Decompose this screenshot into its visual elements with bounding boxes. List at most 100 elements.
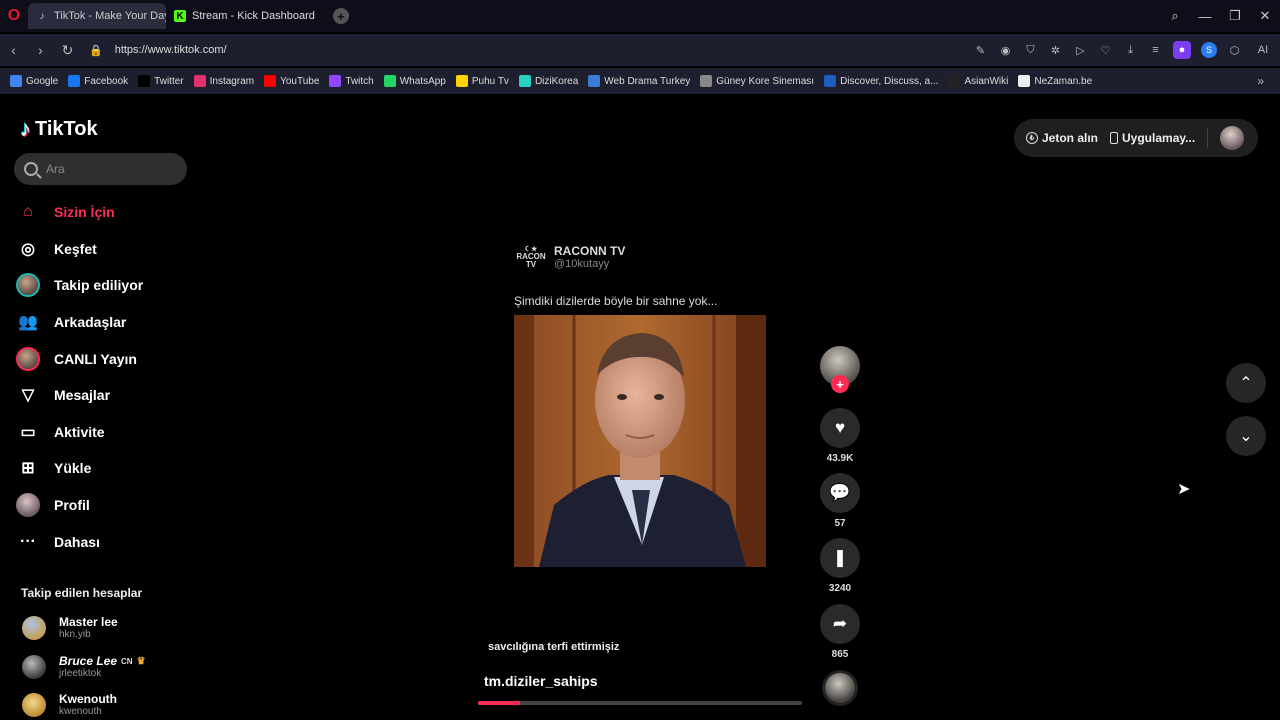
extension-icon[interactable]: ✲ (1048, 44, 1063, 57)
comment-button[interactable]: 💬 (820, 473, 860, 513)
next-video-button[interactable]: ⌄ (1226, 416, 1266, 456)
nav-label: Profil (54, 497, 90, 514)
bookmark-label: Puhu Tv (471, 75, 509, 87)
google-icon (10, 75, 22, 87)
logo-text-bottom: TV (525, 259, 537, 269)
bookmark-item[interactable]: Google (10, 75, 58, 87)
download-icon[interactable]: ⤓ (1123, 44, 1138, 57)
camera-icon[interactable]: ◉ (998, 44, 1013, 57)
nav-item[interactable]: ▽ Mesajlar (16, 377, 196, 414)
bookmark-item[interactable]: Discover, Discuss, a... (824, 75, 938, 87)
profile-avatar[interactable] (1220, 126, 1245, 150)
avatar (22, 654, 46, 679)
nav-item[interactable]: ⊞ Yükle (16, 450, 196, 487)
bookmark-item[interactable]: Puhu Tv (455, 75, 509, 87)
nav-item[interactable]: Profil (16, 487, 196, 524)
music-disc[interactable] (822, 670, 858, 706)
send-icon: ▽ (21, 387, 35, 405)
nav-item[interactable]: Takip ediliyor (16, 267, 196, 304)
url-field[interactable]: 🔒 https://www.tiktok.com/ (89, 44, 227, 57)
new-tab-button[interactable]: + (332, 8, 349, 24)
tiktok-note-icon: ♪ (20, 116, 31, 141)
bookmark-item[interactable]: Facebook (68, 75, 128, 87)
window-controls: ⌕ — ❐ ✕ (1160, 0, 1280, 32)
profile-extension-icon[interactable]: ● (1173, 41, 1191, 59)
tiktok-icon: ♪ (39, 10, 45, 22)
play-icon[interactable]: ▷ (1073, 44, 1088, 57)
comment-count: 57 (834, 518, 846, 529)
save-button[interactable]: ❚ (820, 538, 860, 578)
vpn-icon[interactable]: S (1201, 42, 1217, 58)
tab-tiktok[interactable]: ♪ TikTok - Make Your Day (28, 3, 166, 29)
tiktok-logo[interactable]: ♪ TikTok (20, 116, 98, 142)
video-player[interactable] (514, 315, 766, 567)
bookmark-item[interactable]: Instagram (193, 75, 254, 87)
search-box[interactable] (14, 153, 187, 185)
nav-item[interactable]: 👥 Arkadaşlar (16, 304, 196, 341)
bookmark-item[interactable]: Twitter (138, 75, 184, 87)
reload-icon[interactable]: ↻ (54, 42, 81, 59)
menu-icon[interactable]: ≡ (1148, 44, 1163, 56)
get-coins-button[interactable]: ₺ Jeton alın (1026, 131, 1098, 145)
mouse-cursor-icon: ➤ (1177, 481, 1191, 498)
bookmark-item[interactable]: AsianWiki (948, 75, 1008, 87)
nav-item[interactable]: ▭ Aktivite (16, 414, 196, 451)
heart-icon[interactable]: ♡ (1098, 44, 1113, 57)
bookmark-icon: ❚ (832, 548, 848, 567)
instagram-icon (193, 75, 206, 87)
bookmark-label: Güney Kore Sineması (716, 75, 815, 87)
bookmark-item[interactable]: Web Drama Turkey (588, 75, 690, 87)
dizikorea-icon (518, 75, 531, 87)
more-bookmarks-icon[interactable]: » (1257, 74, 1264, 88)
shield-icon[interactable]: ⛉ (1023, 44, 1038, 57)
following-account[interactable]: Kwenouth kwenouth (22, 692, 117, 717)
forward-icon[interactable]: › (27, 42, 54, 58)
facebook-icon (68, 75, 81, 87)
back-icon[interactable]: ‹ (0, 42, 27, 58)
url-text: https://www.tiktok.com/ (114, 44, 227, 56)
asianwiki-icon (948, 75, 961, 87)
bookmark-item[interactable]: YouTube (264, 75, 319, 87)
nav-item[interactable]: ··· Dahası (16, 523, 196, 560)
bookmark-item[interactable]: Twitch (329, 75, 374, 87)
nav-item[interactable]: ⌂ Sizin İçin (16, 194, 196, 231)
chevron-down-icon: ⌄ (1239, 428, 1253, 445)
search-tabs-icon[interactable]: ⌕ (1160, 8, 1190, 24)
bookmark-item[interactable]: WhatsApp (383, 75, 446, 87)
bookmark-item[interactable]: Güney Kore Sineması (700, 75, 814, 87)
tab-kick[interactable]: K Stream - Kick Dashboard (166, 3, 323, 29)
bookmark-item[interactable]: NeZaman.be (1018, 75, 1092, 87)
logo-text: TikTok (35, 117, 98, 140)
minimize-icon[interactable]: — (1190, 9, 1220, 24)
puhu-icon (455, 75, 468, 87)
share-button[interactable]: ➦ (820, 604, 860, 644)
comment-action: 💬 57 (820, 473, 860, 529)
author-name[interactable]: RACONN TV (554, 244, 625, 258)
following-account[interactable]: Master lee hkn.yib (22, 615, 118, 640)
following-account[interactable]: Bruce Lee CN ♛ jrleetiktok (22, 654, 146, 679)
video-progress-bar[interactable] (478, 701, 802, 705)
search-input[interactable] (46, 162, 166, 176)
follow-plus-icon[interactable]: + (831, 375, 849, 393)
account-name-text: Bruce Lee (59, 654, 118, 668)
bookmark-label: Web Drama Turkey (604, 75, 691, 87)
restore-icon[interactable]: ❐ (1220, 8, 1250, 24)
bookmark-item[interactable]: DiziKorea (518, 75, 578, 87)
ai-icon[interactable]: AI (1252, 44, 1274, 56)
get-app-label: Uygulamay... (1122, 131, 1196, 145)
creator-avatar[interactable]: + (820, 346, 860, 393)
author-handle[interactable]: @10kutayy (554, 258, 625, 270)
cube-icon[interactable]: ⬡ (1227, 44, 1242, 57)
nav-item[interactable]: CANLI Yayın (16, 340, 196, 377)
nav-item[interactable]: ◎ Keşfet (16, 231, 196, 268)
bookmark-label: Facebook (84, 75, 129, 87)
like-button[interactable]: ♥ (820, 408, 860, 448)
edit-icon[interactable]: ✎ (973, 44, 988, 57)
avatar (22, 615, 46, 640)
get-app-button[interactable]: Uygulamay... (1110, 131, 1195, 145)
raconn-tv-logo[interactable]: ☾★ RACON TV (514, 242, 548, 272)
previous-video-button[interactable]: ⌃ (1226, 363, 1266, 403)
video-author-name[interactable]: tm.diziler_sahips (484, 673, 598, 689)
opera-logo-icon[interactable]: O (0, 0, 28, 32)
close-icon[interactable]: ✕ (1250, 8, 1280, 24)
